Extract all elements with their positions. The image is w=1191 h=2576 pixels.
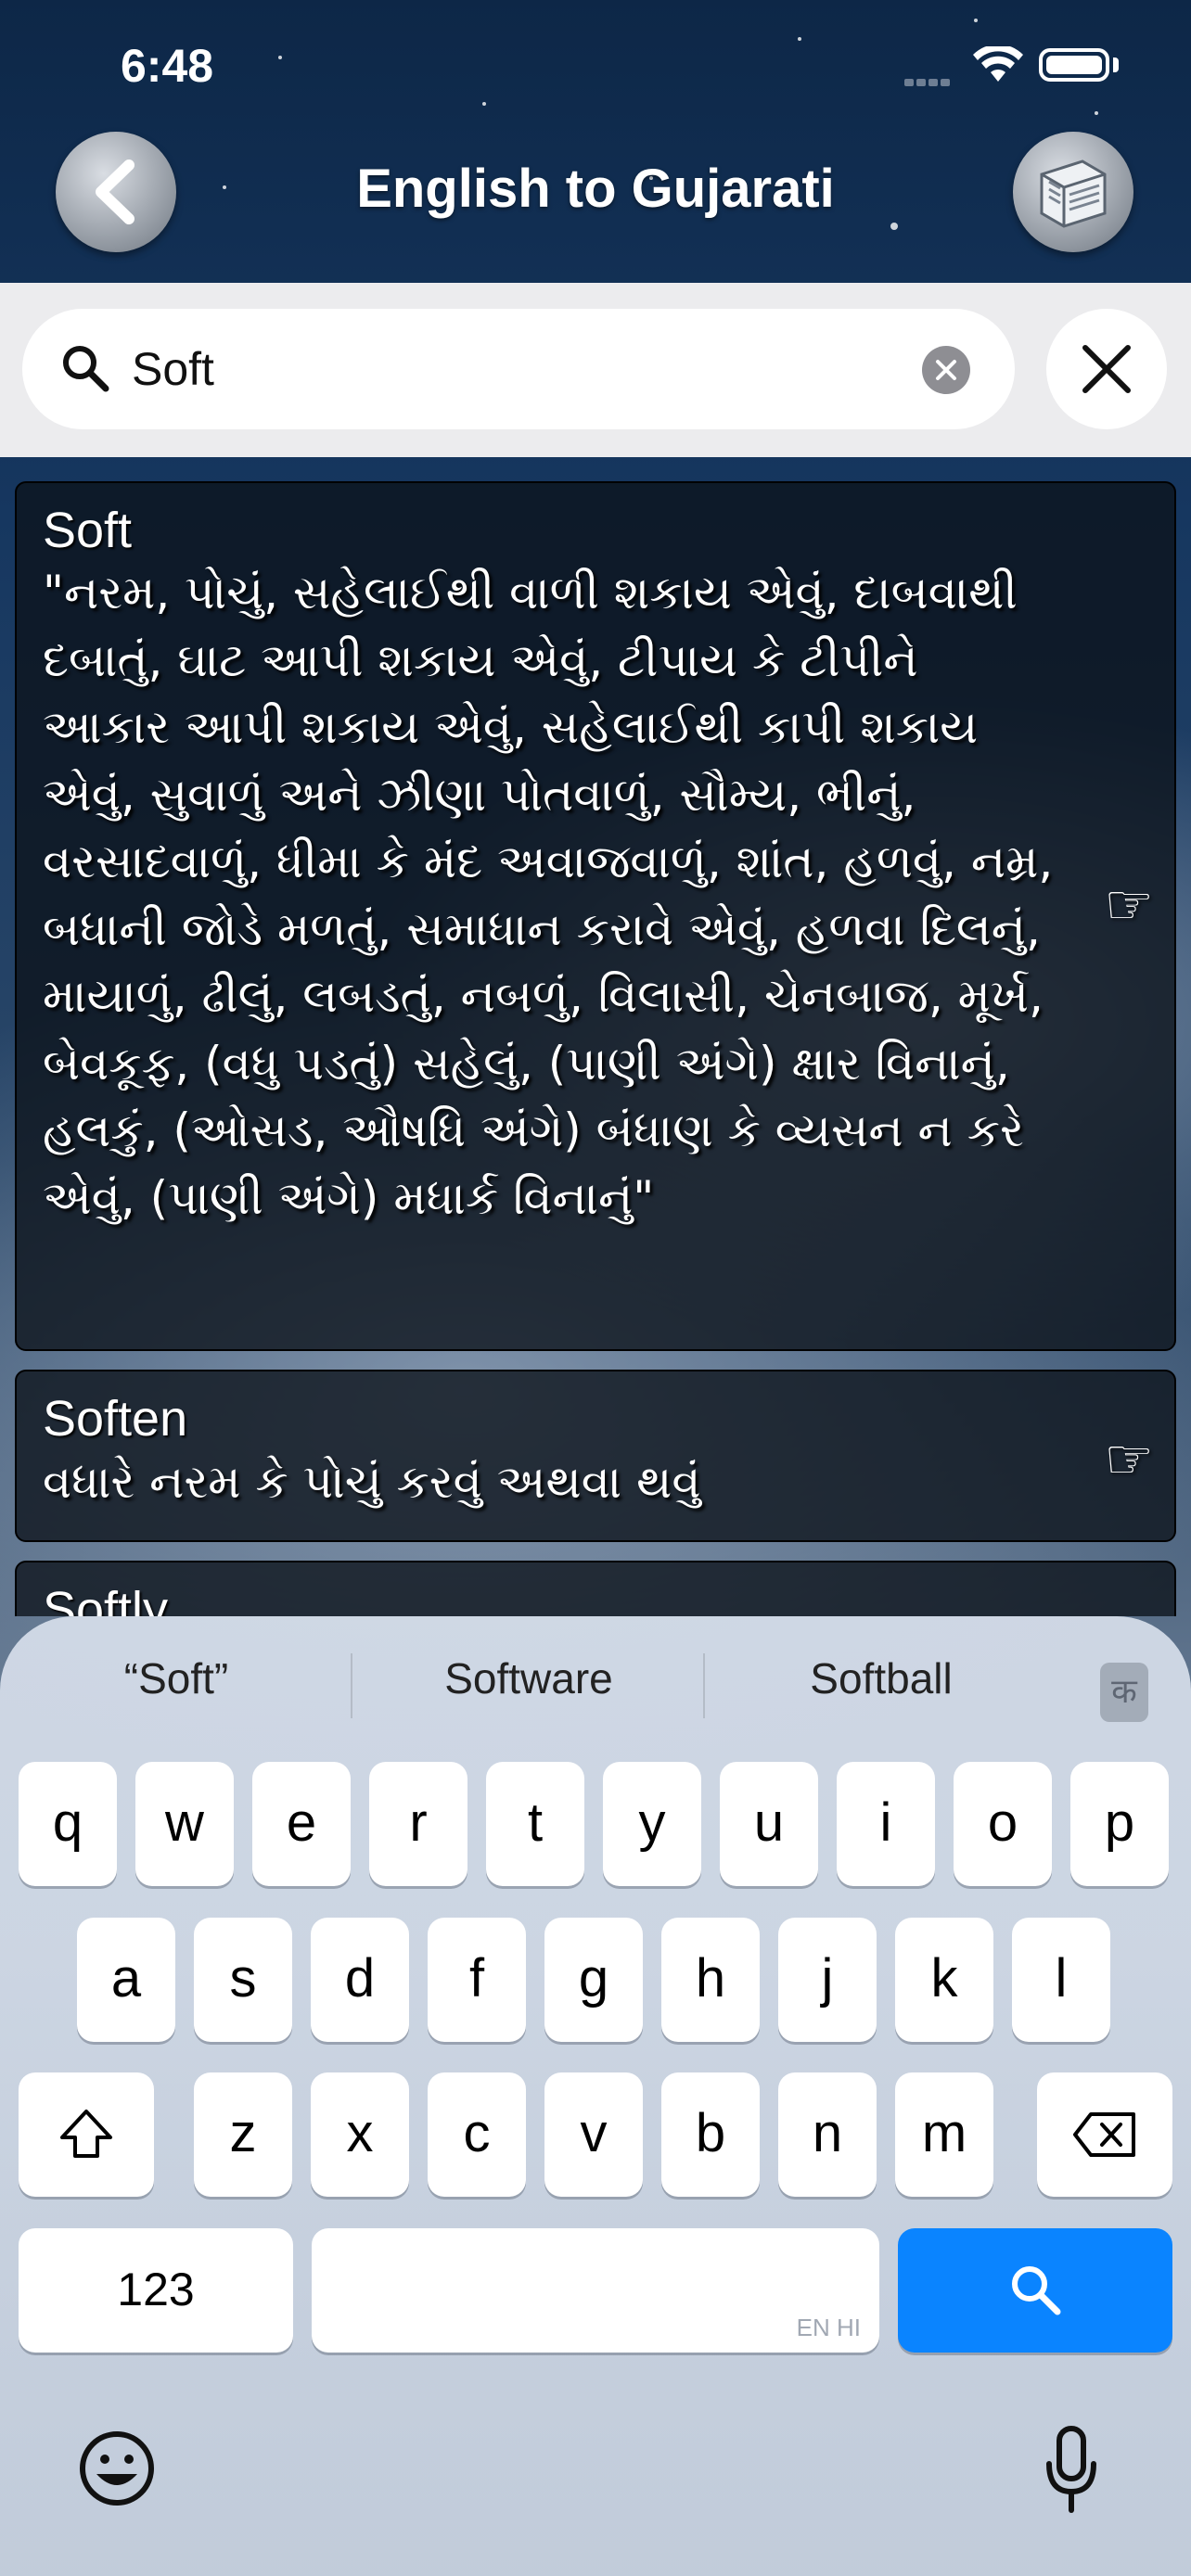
nav-header: English to Gujarati — [0, 130, 1191, 283]
space-language-hint: EN HI — [796, 2314, 861, 2341]
clear-search-icon[interactable] — [922, 346, 970, 394]
key-p[interactable]: p — [1070, 1762, 1169, 1886]
search-field[interactable] — [22, 309, 1015, 429]
search-bar-area — [0, 283, 1191, 457]
x-mark-icon — [936, 360, 956, 380]
battery-nub — [1113, 57, 1119, 72]
pointing-hand-icon[interactable]: ☞ — [1104, 1427, 1154, 1492]
on-screen-keyboard: “Soft” Software Softball क q w e r t y u… — [0, 1616, 1191, 2576]
search-key[interactable] — [898, 2228, 1172, 2353]
results-list[interactable]: Soft "નરમ, પોચું, સહેલાઈથી વાળી શકાય એવુ… — [0, 457, 1191, 1616]
result-word: Softly — [43, 1582, 169, 1616]
book-icon — [1040, 159, 1107, 228]
search-icon — [63, 346, 109, 392]
suggestion-bar: “Soft” Software Softball क — [0, 1616, 1191, 1755]
key-q[interactable]: q — [19, 1762, 117, 1886]
key-w[interactable]: w — [135, 1762, 234, 1886]
suggestion-item[interactable]: Softball — [705, 1653, 1057, 1703]
key-f[interactable]: f — [428, 1918, 526, 2042]
key-d[interactable]: d — [311, 1918, 409, 2042]
key-g[interactable]: g — [544, 1918, 643, 2042]
key-y[interactable]: y — [603, 1762, 701, 1886]
key-i[interactable]: i — [837, 1762, 935, 1886]
wifi-icon — [973, 46, 1023, 82]
close-icon — [1082, 345, 1131, 393]
key-s[interactable]: s — [194, 1918, 292, 2042]
key-j[interactable]: j — [778, 1918, 877, 2042]
dictionary-book-button[interactable] — [1013, 132, 1133, 252]
key-l[interactable]: l — [1012, 1918, 1110, 2042]
status-time: 6:48 — [121, 40, 214, 92]
suggestion-item[interactable]: Software — [352, 1653, 705, 1703]
cellular-signal-icon — [904, 72, 956, 86]
key-v[interactable]: v — [544, 2072, 643, 2197]
result-meaning: "નરમ, પોચું, સહેલાઈથી વાળી શકાય એવું, દા… — [43, 566, 1054, 1225]
key-z[interactable]: z — [194, 2072, 292, 2197]
result-item[interactable]: Soft "નરમ, પોચું, સહેલાઈથી વાળી શકાય એવુ… — [15, 481, 1176, 1351]
result-word: Soften — [43, 1391, 188, 1447]
space-key[interactable]: EN HI — [312, 2228, 879, 2353]
key-m[interactable]: m — [895, 2072, 993, 2197]
battery-icon — [1039, 48, 1109, 82]
key-u[interactable]: u — [720, 1762, 818, 1886]
key-k[interactable]: k — [895, 1918, 993, 2042]
language-key[interactable]: क — [1100, 1663, 1148, 1722]
result-word: Soft — [43, 503, 133, 558]
key-t[interactable]: t — [486, 1762, 584, 1886]
result-meaning: વધારે નરમ કે પોચું કરવું અથવા થવું — [43, 1455, 701, 1509]
result-item[interactable]: Softly — [15, 1561, 1176, 1616]
key-n[interactable]: n — [778, 2072, 877, 2197]
numbers-key[interactable]: 123 — [19, 2228, 293, 2353]
delete-key[interactable] — [1037, 2072, 1172, 2197]
shift-key[interactable] — [19, 2072, 154, 2197]
pointing-hand-icon[interactable]: ☞ — [1104, 873, 1154, 937]
key-r[interactable]: r — [369, 1762, 467, 1886]
microphone-icon[interactable] — [1044, 2423, 1099, 2516]
key-c[interactable]: c — [428, 2072, 526, 2197]
close-search-button[interactable] — [1046, 309, 1167, 429]
status-bar: 6:48 — [0, 0, 1191, 130]
shift-icon — [60, 2110, 112, 2158]
key-a[interactable]: a — [77, 1918, 175, 2042]
suggestion-item[interactable]: “Soft” — [0, 1653, 352, 1703]
emoji-icon[interactable] — [78, 2429, 156, 2507]
key-h[interactable]: h — [661, 1918, 760, 2042]
key-b[interactable]: b — [661, 2072, 760, 2197]
search-icon — [1012, 2266, 1061, 2315]
search-input[interactable] — [132, 337, 920, 402]
result-item[interactable]: Soften વધારે નરમ કે પોચું કરવું અથવા થવુ… — [15, 1370, 1176, 1542]
key-o[interactable]: o — [954, 1762, 1052, 1886]
key-e[interactable]: e — [252, 1762, 351, 1886]
backspace-icon — [1073, 2112, 1135, 2157]
key-x[interactable]: x — [311, 2072, 409, 2197]
